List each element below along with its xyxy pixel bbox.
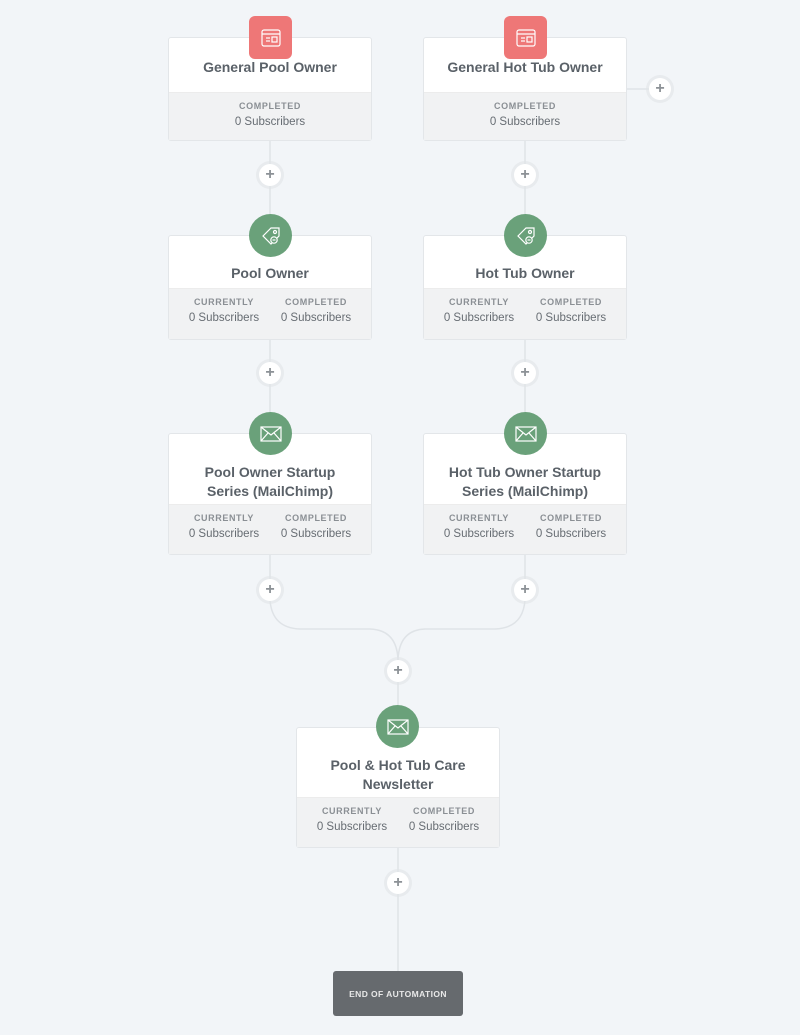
stat-currently: CURRENTLY 0 Subscribers [306,798,398,847]
node-stats: CURRENTLY 0 Subscribers COMPLETED 0 Subs… [424,504,626,554]
envelope-icon [376,705,419,748]
stat-label: COMPLETED [413,806,475,816]
stat-value: 0 Subscribers [489,116,561,128]
stat-label: CURRENTLY [193,297,255,307]
add-trigger-button[interactable]: + [649,78,671,100]
tag-icon [504,214,547,257]
add-step-button[interactable]: + [514,164,536,186]
stat-currently: CURRENTLY 0 Subscribers [433,289,525,339]
stat-currently: CURRENTLY 0 Subscribers [433,505,525,554]
add-step-button[interactable]: + [387,660,409,682]
stat-value: 0 Subscribers [443,528,515,540]
stat-label: CURRENTLY [321,806,383,816]
add-step-button[interactable]: + [259,579,281,601]
stat-label: CURRENTLY [448,297,510,307]
form-icon [249,16,292,59]
stat-label: COMPLETED [494,101,556,111]
stat-value: 0 Subscribers [188,312,260,324]
stat-value: 0 Subscribers [188,528,260,540]
add-step-button[interactable]: + [387,872,409,894]
envelope-icon [249,412,292,455]
node-stats: CURRENTLY 0 Subscribers COMPLETED 0 Subs… [169,504,371,554]
stat-value: 0 Subscribers [535,312,607,324]
stat-value: 0 Subscribers [443,312,515,324]
add-step-button[interactable]: + [514,579,536,601]
stat-label: CURRENTLY [193,513,255,523]
stat-value: 0 Subscribers [408,821,480,833]
stat-label: CURRENTLY [448,513,510,523]
node-stats: CURRENTLY 0 Subscribers COMPLETED 0 Subs… [169,288,371,339]
stat-value: 0 Subscribers [535,528,607,540]
form-icon [504,16,547,59]
node-stats: CURRENTLY 0 Subscribers COMPLETED 0 Subs… [297,797,499,847]
stat-label: COMPLETED [540,513,602,523]
stat-label: COMPLETED [285,513,347,523]
node-stats: COMPLETED 0 Subscribers [424,92,626,140]
stat-completed: COMPLETED 0 Subscribers [398,798,490,847]
stat-value: 0 Subscribers [280,312,352,324]
stat-value: 0 Subscribers [234,116,306,128]
stat-completed: COMPLETED 0 Subscribers [479,93,571,140]
tag-icon [249,214,292,257]
stat-value: 0 Subscribers [280,528,352,540]
node-stats: COMPLETED 0 Subscribers [169,92,371,140]
stat-completed: COMPLETED 0 Subscribers [270,505,362,554]
stat-completed: COMPLETED 0 Subscribers [525,505,617,554]
stat-value: 0 Subscribers [316,821,388,833]
stat-completed: COMPLETED 0 Subscribers [270,289,362,339]
end-of-automation: END OF AUTOMATION [333,971,463,1016]
stat-currently: CURRENTLY 0 Subscribers [178,505,270,554]
node-stats: CURRENTLY 0 Subscribers COMPLETED 0 Subs… [424,288,626,339]
stat-label: COMPLETED [285,297,347,307]
stat-completed: COMPLETED 0 Subscribers [224,93,316,140]
add-step-button[interactable]: + [259,362,281,384]
stat-label: COMPLETED [239,101,301,111]
stat-completed: COMPLETED 0 Subscribers [525,289,617,339]
stat-label: COMPLETED [540,297,602,307]
add-step-button[interactable]: + [514,362,536,384]
envelope-icon [504,412,547,455]
stat-currently: CURRENTLY 0 Subscribers [178,289,270,339]
add-step-button[interactable]: + [259,164,281,186]
